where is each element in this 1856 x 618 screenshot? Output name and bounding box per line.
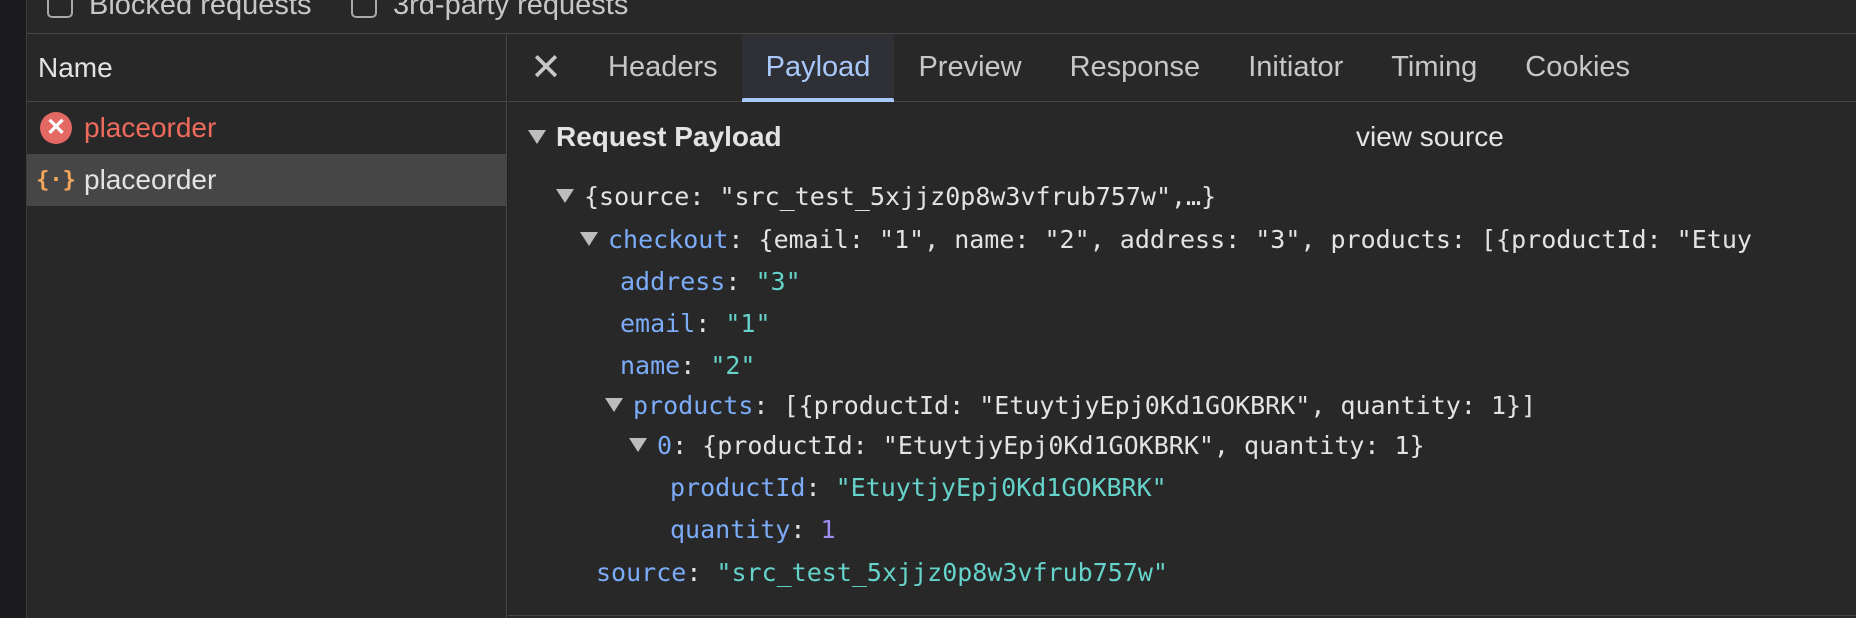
tree-leaf-quantity[interactable]: quantity: 1 [670, 511, 836, 547]
products-key: products [633, 390, 754, 420]
item0-summary: {productId: "EtuytjyEpj0Kd1GOKBRK", quan… [702, 430, 1425, 460]
item0-key: 0 [657, 430, 673, 460]
third-party-requests-checkbox[interactable] [351, 0, 377, 18]
request-name: placeorder [84, 112, 217, 143]
payload-view: Request Payload view source {source: "sr… [508, 103, 1856, 618]
triangle-down-icon[interactable] [605, 398, 623, 412]
tab-initiator[interactable]: Initiator [1224, 34, 1367, 101]
blocked-requests-filter[interactable]: Blocked requests [47, 0, 311, 22]
tab-headers[interactable]: Headers [584, 34, 742, 101]
root-summary: {source: "src_test_5xjjz0p8w3vfrub757w",… [584, 181, 1217, 211]
name-value: "2" [710, 350, 756, 380]
tree-leaf-name[interactable]: name: "2" [620, 347, 755, 383]
tree-node-products[interactable]: products: [{productId: "EtuytjyEpj0Kd1GO… [605, 387, 1536, 423]
quantity-value: 1 [820, 514, 836, 544]
triangle-down-icon[interactable] [629, 438, 647, 452]
tree-leaf-email[interactable]: email: "1" [620, 305, 771, 341]
request-row-selected[interactable]: {·} placeorder [27, 154, 506, 206]
checkout-key: checkout [608, 224, 729, 254]
name-key: name [620, 350, 681, 380]
triangle-down-icon[interactable] [556, 189, 574, 203]
request-name: placeorder [84, 164, 217, 195]
tab-payload[interactable]: Payload [741, 34, 895, 102]
tab-timing[interactable]: Timing [1367, 34, 1501, 101]
request-row-error[interactable]: ✕ placeorder [27, 102, 506, 154]
quantity-key: quantity [670, 514, 791, 544]
tab-cookies[interactable]: Cookies [1501, 34, 1654, 101]
blocked-requests-label: Blocked requests [89, 0, 312, 21]
blocked-requests-checkbox[interactable] [47, 0, 73, 18]
tree-leaf-productId[interactable]: productId: "EtuytjyEpj0Kd1GOKBRK" [670, 469, 1167, 505]
view-source-link[interactable]: view source [1356, 119, 1504, 155]
tree-node-item-0[interactable]: 0: {productId: "EtuytjyEpj0Kd1GOKBRK", q… [629, 427, 1425, 463]
name-column-label: Name [38, 51, 113, 83]
tree-node-checkout[interactable]: checkout: {email: "1", name: "2", addres… [580, 221, 1752, 257]
productId-value: "EtuytjyEpj0Kd1GOKBRK" [835, 472, 1167, 502]
tab-response[interactable]: Response [1046, 34, 1225, 101]
third-party-requests-label: 3rd-party requests [393, 0, 629, 21]
third-party-requests-filter[interactable]: 3rd-party requests [351, 0, 628, 22]
close-icon[interactable]: ✕ [508, 34, 584, 101]
filter-bar: Blocked requests 3rd-party requests [27, 0, 1856, 34]
products-summary: [{productId: "EtuytjyEpj0Kd1GOKBRK", qua… [783, 390, 1537, 420]
request-list-panel: Name ✕ placeorder {·} placeorder [27, 34, 507, 618]
tree-leaf-address[interactable]: address: "3" [620, 263, 801, 299]
address-value: "3" [755, 266, 801, 296]
name-column-header[interactable]: Name [27, 34, 506, 102]
email-value: "1" [725, 308, 771, 338]
email-key: email [620, 308, 696, 338]
source-value: "src_test_5xjjz0p8w3vfrub757w" [716, 557, 1168, 587]
tree-root-node[interactable]: {source: "src_test_5xjjz0p8w3vfrub757w",… [556, 178, 1216, 214]
tree-leaf-source[interactable]: source: "src_test_5xjjz0p8w3vfrub757w" [596, 554, 1168, 590]
source-key: source [596, 557, 687, 587]
checkout-summary: {email: "1", name: "2", address: "3", pr… [758, 224, 1752, 254]
address-key: address [620, 266, 726, 296]
detail-tab-bar: ✕ Headers Payload Preview Response Initi… [508, 34, 1856, 102]
productId-key: productId [670, 472, 806, 502]
request-payload-header[interactable]: Request Payload [528, 119, 782, 155]
tab-preview[interactable]: Preview [894, 34, 1045, 101]
error-circle-icon: ✕ [40, 112, 72, 144]
request-detail-panel: ✕ Headers Payload Preview Response Initi… [508, 34, 1856, 618]
triangle-down-icon[interactable] [580, 232, 598, 246]
json-braces-icon: {·} [36, 167, 76, 193]
triangle-down-icon[interactable] [528, 130, 546, 144]
left-gutter [0, 0, 27, 618]
section-title: Request Payload [556, 121, 782, 152]
divider [508, 615, 1856, 616]
